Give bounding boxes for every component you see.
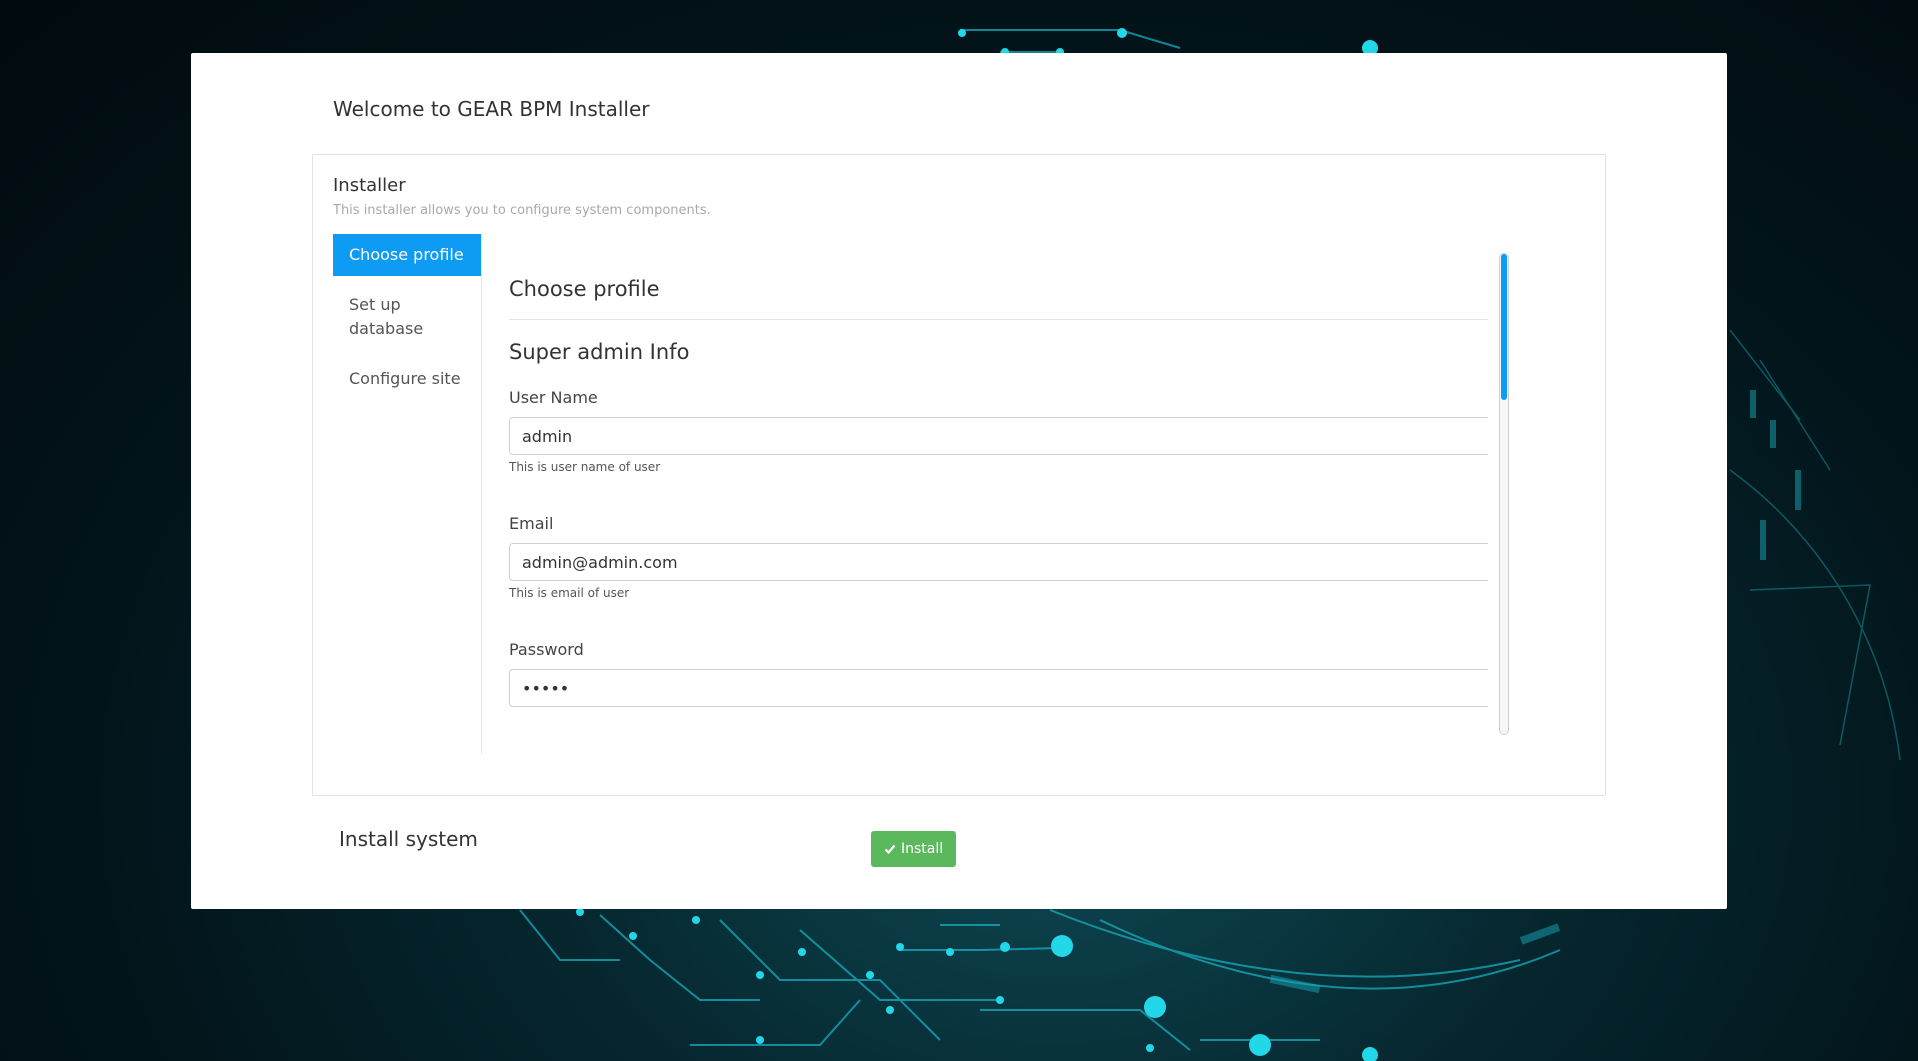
- step-content: Choose profile Super admin Info User Nam…: [483, 253, 1488, 733]
- subsection-title: Super admin Info: [509, 340, 690, 364]
- username-field-group: User Name This is user name of user: [509, 388, 1488, 474]
- email-field-group: Email This is email of user: [509, 514, 1488, 600]
- email-help: This is email of user: [509, 586, 630, 600]
- step-set-up-database[interactable]: Set up database: [333, 284, 453, 350]
- step-configure-site[interactable]: Configure site: [333, 358, 481, 400]
- install-system-title: Install system: [339, 827, 478, 851]
- page-title: Welcome to GEAR BPM Installer: [333, 97, 650, 121]
- installer-modal: Welcome to GEAR BPM Installer Installer …: [191, 53, 1727, 909]
- step-choose-profile[interactable]: Choose profile: [333, 234, 481, 276]
- username-help: This is user name of user: [509, 460, 661, 474]
- installer-panel: Installer This installer allows you to c…: [312, 154, 1606, 796]
- scrollbar-thumb[interactable]: [1501, 254, 1507, 400]
- email-input[interactable]: [509, 543, 1488, 581]
- password-input[interactable]: [509, 669, 1488, 707]
- check-icon: [884, 844, 896, 855]
- install-button-label: Install: [901, 841, 944, 857]
- panel-title: Installer: [333, 175, 406, 196]
- username-label: User Name: [509, 388, 598, 407]
- password-field-group: Password: [509, 640, 1488, 707]
- email-label: Email: [509, 514, 554, 533]
- username-input[interactable]: [509, 417, 1488, 455]
- password-label: Password: [509, 640, 584, 659]
- steps-nav: Choose profile Set up database Configure…: [333, 234, 482, 754]
- panel-subtitle: This installer allows you to configure s…: [333, 203, 711, 218]
- install-button[interactable]: Install: [871, 831, 957, 867]
- content-scrollbar[interactable]: [1499, 253, 1509, 735]
- section-title: Choose profile: [509, 253, 1488, 320]
